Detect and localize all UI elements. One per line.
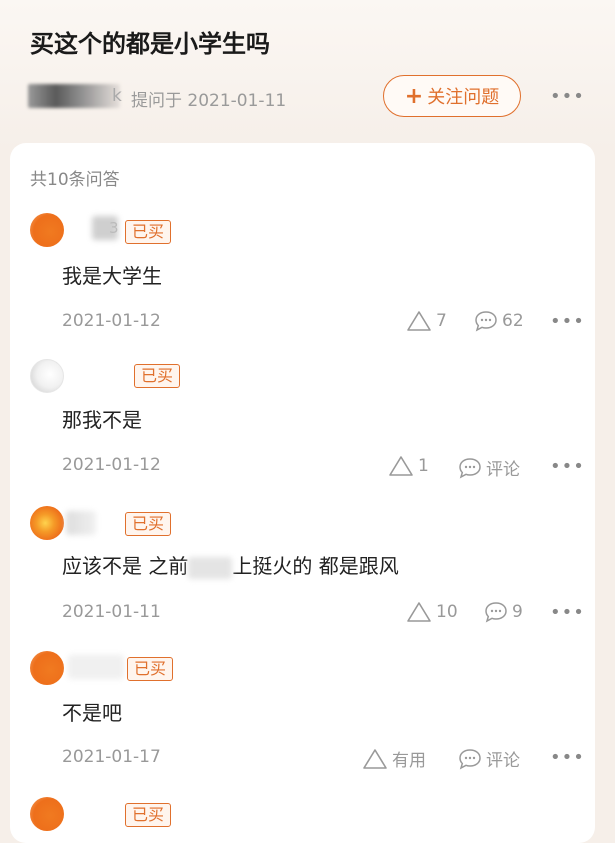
comment-bubble-icon bbox=[485, 602, 507, 623]
question-header bbox=[0, 0, 615, 150]
comment-button[interactable]: 评论 bbox=[458, 746, 520, 771]
bought-badge: 已买 bbox=[134, 364, 181, 388]
like-button[interactable]: 10 bbox=[406, 601, 458, 623]
follow-question-button[interactable]: + 关注问题 bbox=[383, 75, 521, 117]
like-count: 1 bbox=[418, 456, 429, 476]
like-count: 10 bbox=[436, 602, 458, 622]
like-button[interactable]: 1 bbox=[388, 455, 429, 477]
bought-badge: 已买 bbox=[125, 512, 172, 536]
avatar[interactable] bbox=[30, 359, 64, 393]
username-blurred[interactable] bbox=[68, 655, 124, 679]
asker-name[interactable]: k bbox=[112, 86, 122, 106]
asked-date: 提问于 2021-01-11 bbox=[131, 91, 287, 111]
useful-label: 有用 bbox=[392, 751, 426, 771]
username-suffix: 3 bbox=[109, 219, 119, 237]
answer-date: 2021-01-11 bbox=[62, 602, 161, 622]
comment-button[interactable]: 9 bbox=[484, 601, 523, 623]
more-dots-icon[interactable]: ••• bbox=[550, 311, 585, 332]
answers-count: 共10条问答 bbox=[30, 170, 120, 190]
more-dots-icon[interactable]: ••• bbox=[550, 602, 585, 623]
answer-text-after: 上挺火的 都是跟风 bbox=[232, 554, 399, 578]
comment-label: 评论 bbox=[486, 460, 520, 480]
triangle-like-icon bbox=[363, 748, 387, 769]
like-button[interactable]: 7 bbox=[406, 310, 447, 332]
avatar[interactable] bbox=[30, 506, 64, 540]
bought-badge: 已买 bbox=[125, 220, 172, 244]
avatar[interactable] bbox=[30, 797, 64, 831]
question-title: 买这个的都是小学生吗 bbox=[30, 30, 270, 58]
answer-text-before: 应该不是 之前 bbox=[62, 554, 189, 578]
answer-date: 2021-01-12 bbox=[62, 311, 161, 331]
answer-date: 2021-01-17 bbox=[62, 747, 161, 767]
answer-date: 2021-01-12 bbox=[62, 455, 161, 475]
answer-text: 我是大学生 bbox=[62, 264, 162, 288]
like-button[interactable]: 有用 bbox=[362, 746, 426, 771]
plus-icon: + bbox=[404, 83, 424, 109]
redacted-text bbox=[188, 556, 233, 579]
answer-text: 应该不是 之前 上挺火的 都是跟风 bbox=[62, 550, 399, 579]
comment-count: 62 bbox=[502, 311, 524, 331]
answer-text: 不是吧 bbox=[62, 701, 122, 725]
comment-bubble-icon bbox=[475, 311, 497, 332]
bought-badge: 已买 bbox=[125, 803, 172, 827]
like-count: 7 bbox=[436, 311, 447, 331]
more-dots-icon[interactable]: ••• bbox=[550, 456, 585, 477]
triangle-like-icon bbox=[407, 602, 431, 622]
more-dots-icon[interactable]: ••• bbox=[550, 747, 585, 768]
comment-bubble-icon bbox=[459, 457, 481, 479]
follow-label: 关注问题 bbox=[427, 87, 500, 108]
username-blurred[interactable] bbox=[66, 511, 96, 535]
avatar[interactable] bbox=[30, 651, 64, 685]
triangle-like-icon bbox=[389, 456, 413, 476]
bought-badge: 已买 bbox=[127, 657, 174, 681]
answer-text: 那我不是 bbox=[62, 408, 142, 432]
comment-label: 评论 bbox=[486, 751, 520, 771]
triangle-like-icon bbox=[407, 311, 431, 331]
avatar[interactable] bbox=[30, 213, 64, 247]
comment-button[interactable]: 62 bbox=[474, 310, 524, 332]
comment-button[interactable]: 评论 bbox=[458, 455, 520, 480]
comment-bubble-icon bbox=[459, 748, 481, 770]
asker-avatar-blurred[interactable] bbox=[28, 84, 120, 108]
more-dots-icon[interactable]: ••• bbox=[550, 86, 585, 107]
answers-card bbox=[10, 143, 595, 843]
comment-count: 9 bbox=[512, 602, 523, 622]
